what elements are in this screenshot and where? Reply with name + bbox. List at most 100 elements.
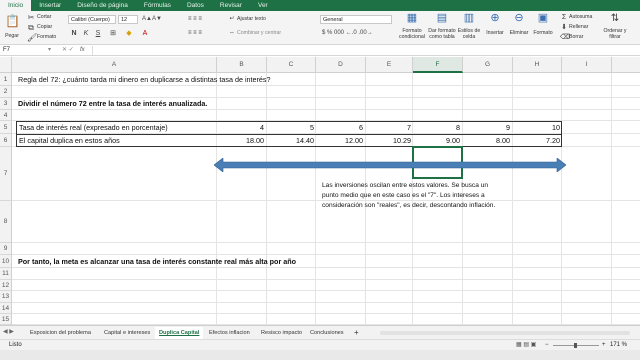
row-header-15[interactable]: 15: [0, 314, 12, 325]
column-header-e[interactable]: E: [366, 57, 413, 73]
sort-filter-button[interactable]: Ordenar y filtrar: [601, 28, 629, 40]
column-header-b[interactable]: B: [217, 57, 267, 73]
merge-button[interactable]: Combinar y centrar: [237, 30, 281, 36]
cell-g6-years[interactable]: 8.00: [463, 135, 510, 147]
format-cells-button[interactable]: Formato: [532, 30, 554, 36]
name-box[interactable]: F7: [3, 46, 43, 55]
row-header-9[interactable]: 9: [0, 243, 12, 255]
cell-styles-button[interactable]: Estilos de celda: [457, 28, 481, 40]
underline-button[interactable]: S: [94, 29, 102, 38]
cell-b5-rate[interactable]: 4: [217, 122, 264, 134]
column-header-i[interactable]: I: [562, 57, 612, 73]
align-top-icons[interactable]: ≡ ≡ ≡: [188, 15, 228, 24]
row-header-3[interactable]: 3: [0, 98, 12, 110]
fill-down-icon[interactable]: ⬇: [560, 23, 568, 32]
row-header-10[interactable]: 10: [0, 255, 12, 268]
clear-icon[interactable]: ⌫: [560, 33, 570, 42]
view-mode-icons[interactable]: ▦ ▤ ▣: [516, 341, 536, 350]
cell-a5-rate-label[interactable]: Tasa de interés real (expresado en porce…: [19, 122, 168, 134]
autosum-button[interactable]: Autosuma: [569, 14, 592, 20]
font-name-select[interactable]: Calibri (Cuerpo): [68, 15, 116, 24]
column-header-h[interactable]: H: [513, 57, 562, 73]
cell-h6-years[interactable]: 7.20: [513, 135, 560, 147]
sheet-tab-capital-intereses[interactable]: Capital e intereses: [100, 327, 154, 339]
cell-a1-title[interactable]: Regla del 72: ¿cuánto tarda mi dinero en…: [18, 74, 271, 86]
tab-insertar[interactable]: Insertar: [31, 0, 69, 11]
cell-h5-rate[interactable]: 10: [513, 122, 560, 134]
sheet-tab-exposicion[interactable]: Exposicion del problema: [26, 327, 95, 339]
borders-icon[interactable]: ⊞: [108, 29, 118, 38]
cancel-confirm-icons[interactable]: ✕ ✓: [62, 46, 74, 55]
format-painter-icon[interactable]: 🖌: [27, 33, 37, 42]
copy-icon[interactable]: ⧉: [27, 23, 35, 32]
row-header-5[interactable]: 5: [0, 121, 12, 134]
sheet-tab-duplica-capital[interactable]: Duplica Capital: [155, 327, 204, 339]
delete-cells-button[interactable]: Eliminar: [507, 30, 531, 36]
row-header-14[interactable]: 14: [0, 303, 12, 314]
cell-c6-years[interactable]: 14.40: [267, 135, 314, 147]
row-header-13[interactable]: 13: [0, 291, 12, 303]
insert-cells-button[interactable]: Insertar: [484, 30, 506, 36]
cut-button[interactable]: Cortar: [37, 14, 51, 20]
formula-input[interactable]: [92, 46, 632, 55]
format-cells-icon[interactable]: ▣: [536, 13, 550, 24]
cell-d5-rate[interactable]: 6: [316, 122, 363, 134]
row-header-2[interactable]: 2: [0, 86, 12, 98]
zoom-out-icon[interactable]: −: [545, 341, 549, 350]
column-header-g[interactable]: G: [463, 57, 513, 73]
insert-cells-icon[interactable]: ⊕: [488, 13, 502, 24]
note-textbox[interactable]: Las inversiones oscilan entre estos valo…: [322, 181, 504, 211]
fill-button[interactable]: Rellenar: [569, 24, 588, 30]
table-format-icon[interactable]: ▤: [435, 13, 449, 24]
autosum-icon[interactable]: Σ: [560, 13, 568, 22]
row-header-1[interactable]: 1: [0, 73, 12, 86]
column-header-d[interactable]: D: [316, 57, 366, 73]
row-header-7[interactable]: 7: [0, 147, 12, 201]
align-horizontal-icons[interactable]: ≡ ≡ ≡: [188, 29, 228, 38]
copy-button[interactable]: Copiar: [37, 24, 52, 30]
cell-e5-rate[interactable]: 7: [366, 122, 411, 134]
table-format-button[interactable]: Dar formato como tabla: [428, 28, 456, 40]
row-header-12[interactable]: 12: [0, 280, 12, 291]
cell-e6-years[interactable]: 10.29: [366, 135, 411, 147]
fill-color-icon[interactable]: ◆: [124, 29, 134, 38]
row-header-8[interactable]: 8: [0, 201, 12, 243]
wrap-text-icon[interactable]: ↵: [228, 15, 236, 24]
row-header-4[interactable]: 4: [0, 110, 12, 121]
zoom-slider-handle[interactable]: [574, 343, 577, 348]
sheet-tab-conclusiones[interactable]: Conclusiones: [306, 327, 348, 339]
sheet-nav-arrows[interactable]: ◀ ▶: [3, 328, 14, 335]
select-all-corner[interactable]: [0, 57, 12, 73]
cell-b6-years[interactable]: 18.00: [217, 135, 264, 147]
function-icon[interactable]: fx: [80, 46, 85, 55]
row-header-11[interactable]: 11: [0, 268, 12, 280]
tab-inicio[interactable]: Inicio: [0, 0, 32, 11]
cell-g5-rate[interactable]: 9: [463, 122, 510, 134]
scissors-icon[interactable]: ✂: [27, 13, 35, 22]
zoom-in-icon[interactable]: +: [602, 341, 606, 350]
italic-button[interactable]: K: [82, 29, 90, 38]
merge-icon[interactable]: ⇔: [228, 29, 236, 38]
font-grow-icon[interactable]: A▲A▼: [142, 15, 162, 24]
cell-f5-rate[interactable]: 8: [413, 122, 460, 134]
paste-button[interactable]: Pegar: [3, 33, 21, 39]
number-format-icons[interactable]: $ % 000 ←.0 .00→: [322, 29, 392, 38]
cell-a3-instruction[interactable]: Dividir el número 72 entre la tasa de in…: [18, 98, 207, 110]
clear-button[interactable]: Borrar: [569, 34, 583, 40]
tab-ver[interactable]: Ver: [250, 0, 276, 11]
double-arrow-shape[interactable]: [214, 158, 566, 172]
sort-filter-icon[interactable]: ⇅: [608, 14, 622, 24]
sheet-tab-resisco-impacto[interactable]: Resisco impacto: [257, 327, 306, 339]
font-color-icon[interactable]: A: [140, 29, 150, 38]
column-header-c[interactable]: C: [267, 57, 316, 73]
horizontal-scrollbar[interactable]: [380, 331, 630, 335]
font-size-select[interactable]: 12: [118, 15, 138, 24]
tab-datos[interactable]: Datos: [179, 0, 212, 11]
conditional-format-button[interactable]: Formato condicional: [396, 28, 428, 40]
column-header-f[interactable]: F: [413, 57, 463, 73]
column-header-a[interactable]: A: [12, 57, 217, 73]
sheet-tab-efectos-inflacion[interactable]: Efectos inflacion: [205, 327, 254, 339]
wrap-text-button[interactable]: Ajustar texto: [237, 16, 266, 22]
conditional-format-icon[interactable]: ▦: [405, 13, 419, 24]
cell-c5-rate[interactable]: 5: [267, 122, 314, 134]
